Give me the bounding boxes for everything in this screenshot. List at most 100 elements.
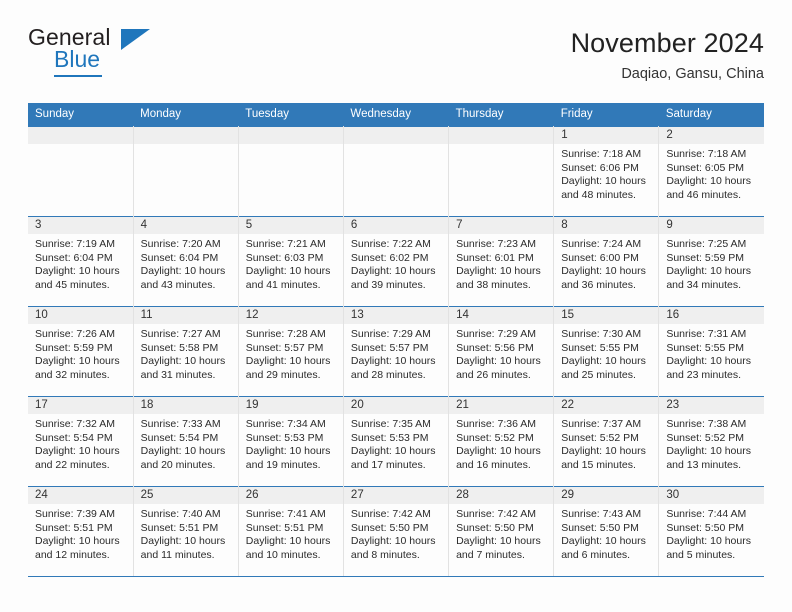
day-details: Sunrise: 7:27 AM Sunset: 5:58 PM Daylight:… <box>134 324 238 382</box>
day-details: Sunrise: 7:35 AM Sunset: 5:53 PM Daylight:… <box>344 414 448 472</box>
day-details: Sunrise: 7:19 AM Sunset: 6:04 PM Daylight:… <box>28 234 133 292</box>
calendar-day-cell[interactable]: 23 Sunrise: 7:38 AM Sunset: 5:52 PM Dayligh… <box>658 396 764 487</box>
sunset-text: Sunset: 5:57 PM <box>350 341 429 354</box>
sunset-text: Sunset: 5:51 PM <box>35 521 113 534</box>
day-details: Sunrise: 7:20 AM Sunset: 6:04 PM Daylight:… <box>134 234 238 292</box>
sunrise-text: Sunrise: 7:29 AM <box>456 328 537 340</box>
day-number: 24 <box>28 487 133 504</box>
calendar-day-cell[interactable]: 18 Sunrise: 7:33 AM Sunset: 5:54 PM Dayligh… <box>133 396 239 487</box>
calendar-day-cell[interactable]: 21 Sunrise: 7:36 AM Sunset: 5:52 PM Dayligh… <box>448 396 555 487</box>
daylight-text-line1: Daylight: 10 hours <box>140 535 226 548</box>
calendar-day-cell[interactable]: 8 Sunrise: 7:24 AM Sunset: 6:00 PM Daylight… <box>553 216 660 307</box>
sunrise-text: Sunrise: 7:29 AM <box>350 328 431 340</box>
calendar-day-cell[interactable]: 4 Sunrise: 7:20 AM Sunset: 6:04 PM Daylight… <box>133 216 239 307</box>
daylight-text-line2: and 34 minutes. <box>666 278 742 291</box>
page-header: General Blue November 2024 Daqiao, Gansu… <box>28 0 764 103</box>
daylight-text-line1: Daylight: 10 hours <box>350 535 436 548</box>
day-number: 16 <box>659 307 764 324</box>
day-details: Sunrise: 7:39 AM Sunset: 5:51 PM Daylight:… <box>28 504 133 562</box>
sunset-text: Sunset: 5:51 PM <box>140 521 219 534</box>
sunrise-text: Sunrise: 7:20 AM <box>140 238 221 250</box>
daylight-text-line1: Daylight: 10 hours <box>35 265 120 278</box>
daylight-text-line2: and 8 minutes. <box>350 548 420 561</box>
calendar-day-cell[interactable]: 19 Sunrise: 7:34 AM Sunset: 5:53 PM Dayligh… <box>238 396 344 487</box>
day-details: Sunrise: 7:18 AM Sunset: 6:05 PM Daylight:… <box>659 144 764 202</box>
calendar-day-cell[interactable]: 25 Sunrise: 7:40 AM Sunset: 5:51 PM Dayligh… <box>133 486 239 577</box>
calendar-day-cell[interactable]: 22 Sunrise: 7:37 AM Sunset: 5:52 PM Dayligh… <box>553 396 660 487</box>
day-details: Sunrise: 7:34 AM Sunset: 5:53 PM Daylight:… <box>239 414 343 472</box>
sunset-text: Sunset: 5:58 PM <box>140 341 219 354</box>
day-details: Sunrise: 7:23 AM Sunset: 6:01 PM Daylight:… <box>449 234 553 292</box>
day-number <box>343 127 449 144</box>
calendar-day-cell[interactable]: 20 Sunrise: 7:35 AM Sunset: 5:53 PM Dayligh… <box>343 396 450 487</box>
daylight-text-line2: and 17 minutes. <box>350 458 426 471</box>
calendar-day-cell[interactable]: 3 Sunrise: 7:19 AM Sunset: 6:04 PM Daylight… <box>28 216 134 307</box>
daylight-text-line2: and 48 minutes. <box>561 188 636 201</box>
calendar-day-cell[interactable]: 16 Sunrise: 7:31 AM Sunset: 5:55 PM Dayligh… <box>658 306 764 397</box>
sunrise-text: Sunrise: 7:24 AM <box>561 238 642 250</box>
sunrise-text: Sunrise: 7:23 AM <box>456 238 537 250</box>
day-details: Sunrise: 7:26 AM Sunset: 5:59 PM Daylight:… <box>28 324 133 382</box>
sunset-text: Sunset: 5:57 PM <box>245 341 324 354</box>
calendar-day-cell[interactable]: 29 Sunrise: 7:43 AM Sunset: 5:50 PM Dayligh… <box>553 486 660 577</box>
sunset-text: Sunset: 5:53 PM <box>350 431 429 444</box>
daylight-text-line2: and 6 minutes. <box>561 548 631 561</box>
calendar-day-cell[interactable]: 6 Sunrise: 7:22 AM Sunset: 6:02 PM Daylight… <box>343 216 450 307</box>
sunset-text: Sunset: 6:01 PM <box>456 251 534 264</box>
day-number: 11 <box>133 307 238 324</box>
day-details: Sunrise: 7:42 AM Sunset: 5:50 PM Daylight:… <box>449 504 553 562</box>
calendar-day-cell[interactable]: 2 Sunrise: 7:18 AM Sunset: 6:05 PM Daylight… <box>658 126 764 217</box>
calendar-day-cell[interactable]: 26 Sunrise: 7:41 AM Sunset: 5:51 PM Dayligh… <box>238 486 344 577</box>
sunset-text: Sunset: 5:50 PM <box>666 521 744 534</box>
calendar-empty-cell <box>238 126 344 217</box>
calendar-day-cell[interactable]: 13 Sunrise: 7:29 AM Sunset: 5:57 PM Dayligh… <box>343 306 450 397</box>
calendar-day-cell[interactable]: 24 Sunrise: 7:39 AM Sunset: 5:51 PM Dayligh… <box>28 486 134 577</box>
day-details: Sunrise: 7:28 AM Sunset: 5:57 PM Daylight:… <box>239 324 343 382</box>
sunset-text: Sunset: 6:06 PM <box>561 161 639 174</box>
sunset-text: Sunset: 5:54 PM <box>35 431 113 444</box>
day-details: Sunrise: 7:25 AM Sunset: 5:59 PM Daylight:… <box>659 234 764 292</box>
day-details: Sunrise: 7:24 AM Sunset: 6:00 PM Daylight:… <box>554 234 658 292</box>
daylight-text-line2: and 7 minutes. <box>456 548 525 561</box>
day-details: Sunrise: 7:32 AM Sunset: 5:54 PM Daylight:… <box>28 414 133 472</box>
daylight-text-line2: and 43 minutes. <box>140 278 216 291</box>
calendar-day-cell[interactable]: 14 Sunrise: 7:29 AM Sunset: 5:56 PM Dayligh… <box>448 306 555 397</box>
day-number: 20 <box>343 397 449 414</box>
daylight-text-line2: and 38 minutes. <box>456 278 531 291</box>
daylight-text-line1: Daylight: 10 hours <box>245 445 331 458</box>
calendar-day-cell[interactable]: 7 Sunrise: 7:23 AM Sunset: 6:01 PM Daylight… <box>448 216 555 307</box>
calendar-empty-cell <box>133 126 239 217</box>
day-details: Sunrise: 7:22 AM Sunset: 6:02 PM Daylight:… <box>344 234 448 292</box>
calendar-day-cell[interactable]: 9 Sunrise: 7:25 AM Sunset: 5:59 PM Daylight… <box>658 216 764 307</box>
calendar-day-cell[interactable]: 28 Sunrise: 7:42 AM Sunset: 5:50 PM Dayligh… <box>448 486 555 577</box>
calendar-day-cell[interactable]: 10 Sunrise: 7:26 AM Sunset: 5:59 PM Dayligh… <box>28 306 134 397</box>
daylight-text-line1: Daylight: 10 hours <box>35 535 120 548</box>
calendar-day-cell[interactable]: 12 Sunrise: 7:28 AM Sunset: 5:57 PM Dayligh… <box>238 306 344 397</box>
calendar-day-cell[interactable]: 27 Sunrise: 7:42 AM Sunset: 5:50 PM Dayligh… <box>343 486 450 577</box>
sunrise-text: Sunrise: 7:18 AM <box>561 148 642 160</box>
calendar-day-cell[interactable]: 30 Sunrise: 7:44 AM Sunset: 5:50 PM Dayligh… <box>658 486 764 577</box>
calendar-day-cell[interactable]: 15 Sunrise: 7:30 AM Sunset: 5:55 PM Dayligh… <box>553 306 660 397</box>
day-number: 28 <box>449 487 554 504</box>
calendar-day-cell[interactable]: 5 Sunrise: 7:21 AM Sunset: 6:03 PM Daylight… <box>238 216 344 307</box>
daylight-text-line2: and 28 minutes. <box>350 368 426 381</box>
day-details: Sunrise: 7:31 AM Sunset: 5:55 PM Daylight:… <box>659 324 764 382</box>
calendar-day-cell[interactable]: 1 Sunrise: 7:18 AM Sunset: 6:06 PM Daylight… <box>553 126 660 217</box>
day-details: Sunrise: 7:37 AM Sunset: 5:52 PM Daylight:… <box>554 414 658 472</box>
daylight-text-line1: Daylight: 10 hours <box>561 265 646 278</box>
day-number: 4 <box>133 217 238 234</box>
day-number: 25 <box>133 487 238 504</box>
day-number: 13 <box>343 307 449 324</box>
calendar-day-cell[interactable]: 17 Sunrise: 7:32 AM Sunset: 5:54 PM Dayligh… <box>28 396 134 487</box>
sunset-text: Sunset: 5:55 PM <box>561 341 639 354</box>
calendar-day-cell[interactable]: 11 Sunrise: 7:27 AM Sunset: 5:58 PM Dayligh… <box>133 306 239 397</box>
sunset-text: Sunset: 5:52 PM <box>666 431 744 444</box>
calendar-empty-cell <box>28 126 134 217</box>
day-details: Sunrise: 7:36 AM Sunset: 5:52 PM Daylight:… <box>449 414 553 472</box>
general-blue-logo[interactable]: General Blue <box>28 26 158 78</box>
daylight-text-line2: and 15 minutes. <box>561 458 636 471</box>
sunset-text: Sunset: 5:54 PM <box>140 431 219 444</box>
day-number: 27 <box>343 487 449 504</box>
weekday-header-saturday: Saturday <box>658 103 764 127</box>
day-number: 17 <box>28 397 133 414</box>
